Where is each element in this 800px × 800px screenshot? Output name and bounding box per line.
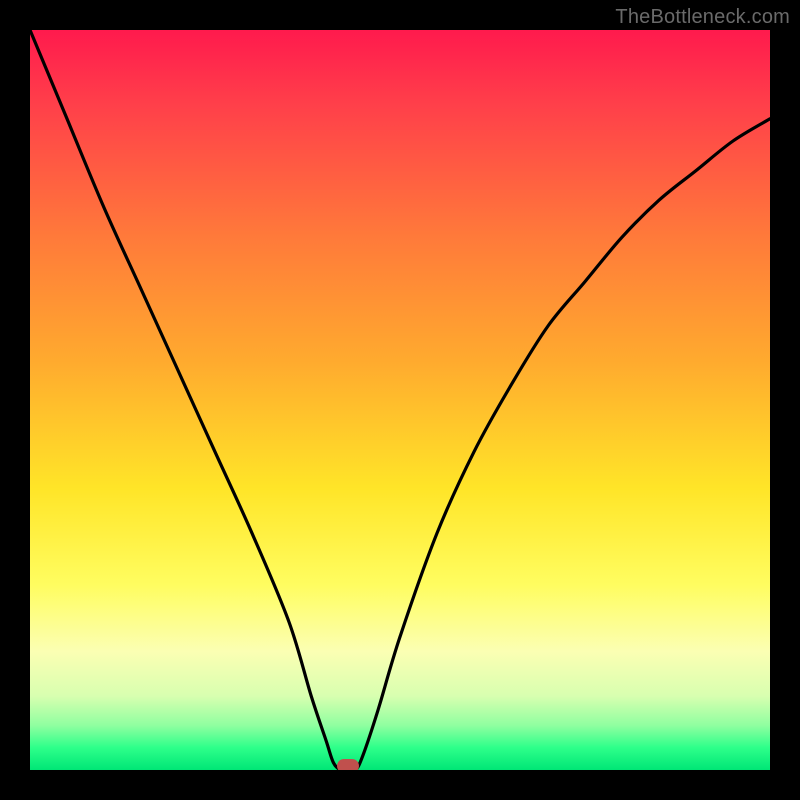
optimal-marker-icon (337, 759, 359, 770)
curve-layer (30, 30, 770, 770)
bottleneck-curve (30, 30, 770, 770)
chart-frame: TheBottleneck.com (0, 0, 800, 800)
plot-area (30, 30, 770, 770)
watermark-label: TheBottleneck.com (615, 6, 790, 29)
